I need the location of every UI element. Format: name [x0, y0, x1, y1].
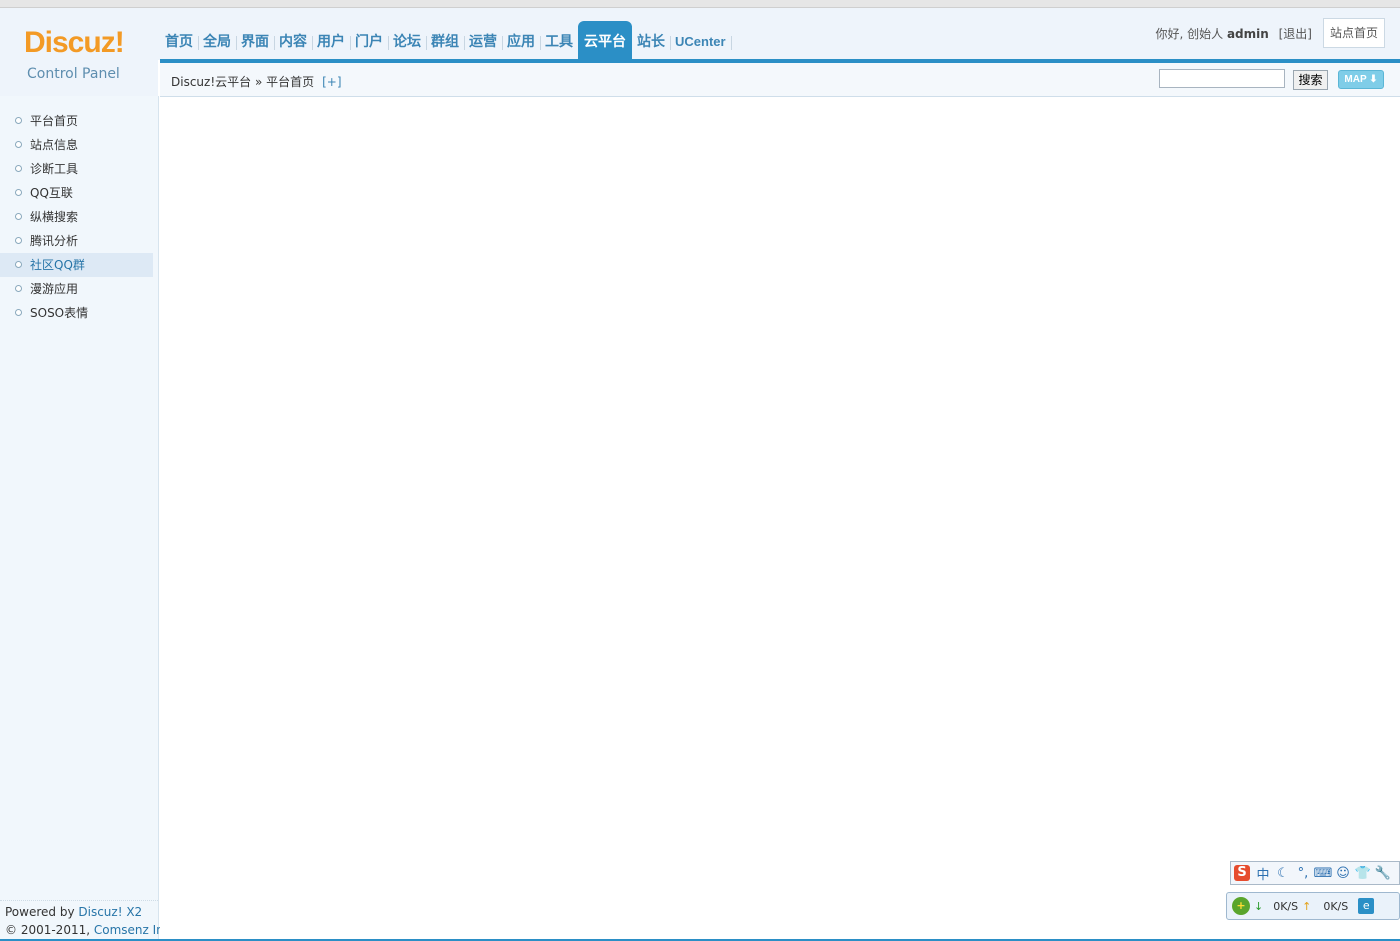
sidebar: 平台首页 站点信息 诊断工具 QQ互联 纵横搜索 腾讯分析 社区QQ群 漫游应用… — [0, 96, 174, 941]
sidebar-item-label: 诊断工具 — [30, 162, 79, 176]
bullet-icon — [15, 213, 22, 220]
sidebar-item-soso-emoji[interactable]: SOSO表情 — [0, 301, 153, 325]
main-content — [160, 97, 1400, 941]
ime-user-icon[interactable]: ☺ — [1333, 866, 1353, 881]
sidebar-item-label: SOSO表情 — [30, 306, 89, 320]
bullet-icon — [15, 141, 22, 148]
nav-admin[interactable]: 站长 — [632, 21, 671, 59]
sidebar-item-label: 站点信息 — [30, 138, 79, 152]
sidebar-item-qq-connect[interactable]: QQ互联 — [0, 181, 153, 205]
nav-content[interactable]: 内容 — [274, 21, 313, 59]
browser-icon[interactable]: e — [1358, 898, 1375, 914]
ime-toolbar: S 中 ☾ °, ⌨ ☺ 👕 🔧 — [1230, 861, 1400, 885]
upload-arrow-icon: ↑ — [1302, 899, 1312, 913]
sidebar-item-label: 漫游应用 — [30, 282, 79, 296]
bullet-icon — [15, 285, 22, 292]
ime-settings-icon[interactable]: 🔧 — [1373, 866, 1393, 881]
download-speed: 0K/S — [1273, 899, 1299, 913]
powered-prefix: Powered by — [5, 905, 79, 919]
user-info: 你好, 创始人 admin [退出] — [1155, 25, 1312, 42]
ime-skin-icon[interactable]: 👕 — [1353, 866, 1373, 881]
sogou-logo-icon[interactable]: S — [1234, 865, 1250, 881]
nav-global[interactable]: 全局 — [198, 21, 237, 59]
sidebar-item-search[interactable]: 纵横搜索 — [0, 205, 153, 229]
map-button[interactable]: MAP ⬇ — [1338, 70, 1384, 89]
bullet-icon — [15, 309, 22, 316]
network-monitor: + ↓ 0K/S ↑ 0K/S e — [1226, 892, 1400, 920]
nav-portal[interactable]: 门户 — [350, 21, 389, 59]
nav-ucenter[interactable]: UCenter — [670, 21, 732, 59]
ime-keyboard-icon[interactable]: ⌨ — [1313, 866, 1333, 881]
logout-link[interactable]: [退出] — [1279, 27, 1312, 41]
bullet-icon — [15, 261, 22, 268]
accelerator-icon[interactable]: + — [1232, 897, 1250, 915]
logo: Discuz! Control Panel — [0, 8, 158, 96]
ime-halfwidth-icon[interactable]: ☾ — [1273, 866, 1293, 881]
footer: Powered by Discuz! X2 © 2001-2011, Comse… — [0, 900, 174, 939]
bullet-icon — [15, 117, 22, 124]
nav-group[interactable]: 群组 — [426, 21, 465, 59]
sub-header: Discuz!云平台 » 平台首页 [+] 搜索 MAP ⬇ — [160, 63, 1400, 97]
sidebar-item-analytics[interactable]: 腾讯分析 — [0, 229, 153, 253]
sidebar-item-qq-group[interactable]: 社区QQ群 — [0, 253, 153, 277]
sidebar-item-label: QQ互联 — [30, 186, 73, 200]
sidebar-item-platform-home[interactable]: 平台首页 — [0, 109, 153, 133]
copyright: © 2001-2011, Comsenz Inc. — [0, 921, 174, 939]
sidebar-item-label: 平台首页 — [30, 114, 79, 128]
username: admin — [1226, 27, 1269, 41]
sidebar-item-label: 纵横搜索 — [30, 210, 79, 224]
top-nav: 首页 全局 界面 内容 用户 门户 论坛 群组 运营 应用 工具 云平台 站长 … — [160, 21, 732, 59]
add-shortcut-button[interactable]: [+] — [322, 75, 341, 89]
breadcrumb: Discuz!云平台 » 平台首页 [+] — [171, 73, 342, 90]
greeting: 你好, 创始人 — [1155, 27, 1224, 41]
nav-operation[interactable]: 运营 — [464, 21, 503, 59]
logo-brand: Discuz! — [24, 26, 125, 59]
logo-subtitle: Control Panel — [27, 66, 120, 82]
sidebar-item-label: 社区QQ群 — [30, 258, 85, 272]
nav-tools[interactable]: 工具 — [540, 21, 578, 59]
sidebar-item-manyou-apps[interactable]: 漫游应用 — [0, 277, 153, 301]
bullet-icon — [15, 237, 22, 244]
copyright-prefix: © 2001-2011, — [5, 923, 94, 937]
download-arrow-icon: ↓ — [1254, 899, 1264, 913]
sidebar-item-site-info[interactable]: 站点信息 — [0, 133, 153, 157]
nav-cloud[interactable]: 云平台 — [578, 21, 632, 59]
discuz-link[interactable]: Discuz! X2 — [78, 905, 142, 919]
sidebar-item-label: 腾讯分析 — [30, 234, 79, 248]
nav-forum[interactable]: 论坛 — [388, 21, 427, 59]
bullet-icon — [15, 189, 22, 196]
nav-user[interactable]: 用户 — [312, 21, 351, 59]
nav-home[interactable]: 首页 — [160, 21, 199, 59]
nav-style[interactable]: 界面 — [236, 21, 275, 59]
powered-by: Powered by Discuz! X2 — [0, 903, 158, 921]
nav-apps[interactable]: 应用 — [502, 21, 541, 59]
bullet-icon — [15, 165, 22, 172]
ime-punctuation-icon[interactable]: °, — [1293, 866, 1313, 881]
breadcrumb-text: Discuz!云平台 » 平台首页 — [171, 75, 315, 89]
sidebar-menu: 平台首页 站点信息 诊断工具 QQ互联 纵横搜索 腾讯分析 社区QQ群 漫游应用… — [0, 109, 153, 325]
sidebar-item-diagnostics[interactable]: 诊断工具 — [0, 157, 153, 181]
browser-top-strip — [0, 0, 1400, 8]
search-button[interactable]: 搜索 — [1293, 70, 1328, 90]
ime-chinese-mode-icon[interactable]: 中 — [1253, 864, 1273, 883]
upload-speed: 0K/S — [1323, 899, 1349, 913]
site-home-button[interactable]: 站点首页 — [1323, 18, 1385, 48]
search-input[interactable] — [1159, 69, 1285, 88]
